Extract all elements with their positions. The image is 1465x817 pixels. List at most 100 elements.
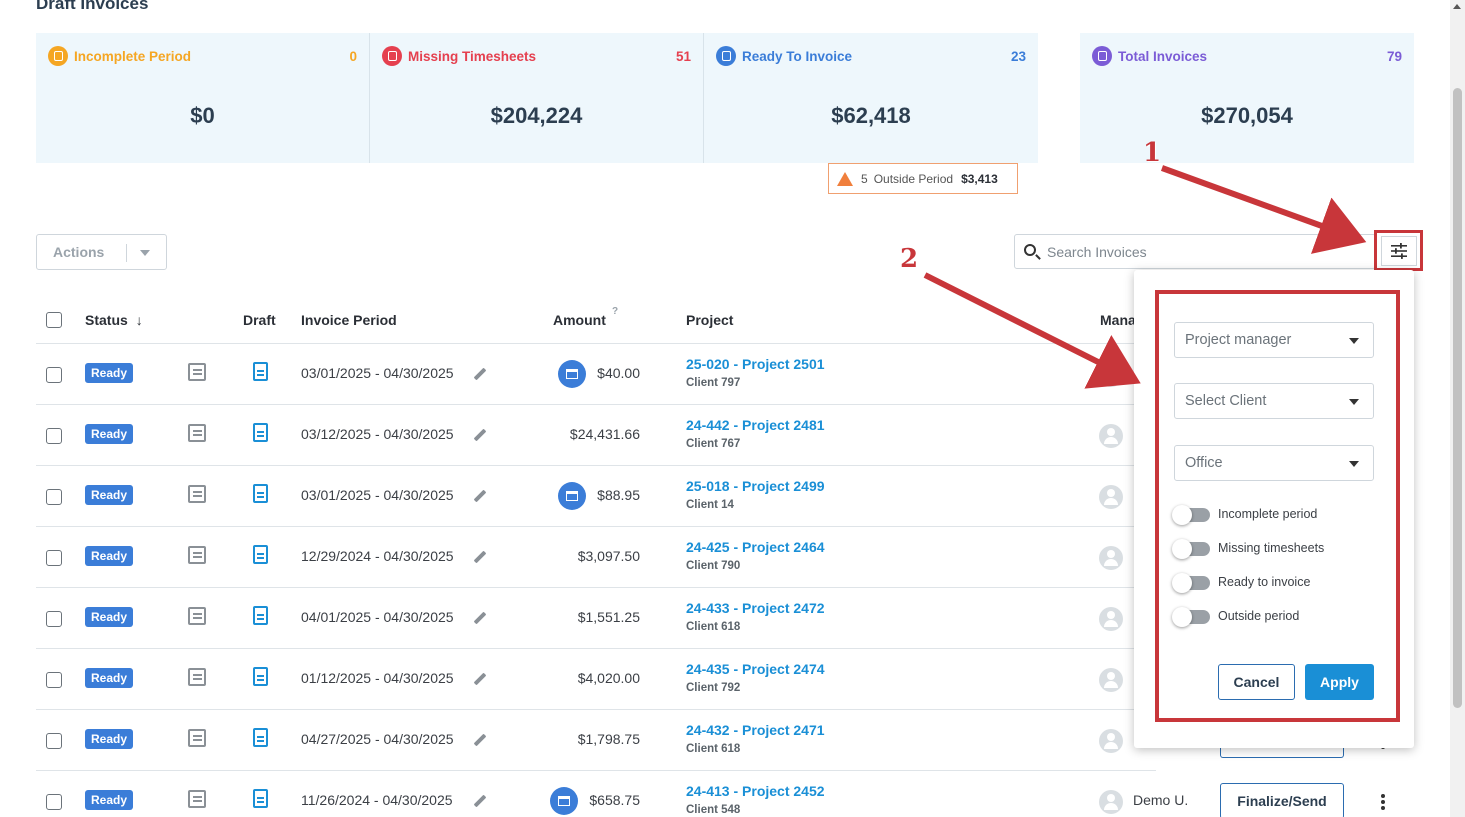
filter-button-highlight[interactable]: [1374, 230, 1423, 271]
client-name: Client 618: [686, 621, 741, 633]
toggle-label: Incomplete period: [1218, 507, 1318, 521]
edit-icon[interactable]: [473, 489, 487, 503]
bank-icon: [558, 360, 586, 388]
project-link[interactable]: 24-433 - Project 2472: [686, 600, 825, 616]
header-project[interactable]: Project: [686, 312, 733, 328]
toggle-ready-to-invoice[interactable]: [1172, 573, 1210, 593]
card-incomplete-period[interactable]: Incomplete Period 0 $0: [36, 33, 369, 163]
toggle-incomplete-period[interactable]: [1172, 505, 1210, 525]
note-icon[interactable]: [188, 485, 206, 503]
select-all-checkbox[interactable]: [46, 312, 62, 328]
edit-icon[interactable]: [473, 428, 487, 442]
header-amount[interactable]: Amount: [553, 312, 606, 328]
project-link[interactable]: 24-435 - Project 2474: [686, 661, 825, 677]
toggle-missing-timesheets[interactable]: [1172, 539, 1210, 559]
avatar: [1099, 729, 1123, 753]
edit-icon[interactable]: [473, 672, 487, 686]
note-icon[interactable]: [188, 546, 206, 564]
scrollbar[interactable]: [1450, 0, 1465, 817]
project-link[interactable]: 24-425 - Project 2464: [686, 539, 825, 555]
bank-icon: [550, 787, 578, 815]
document-icon[interactable]: [253, 362, 268, 381]
toggle-outside-period[interactable]: [1172, 607, 1210, 627]
table-row[interactable]: Ready 04/27/2025 - 04/30/2025 $1,798.75 24-…: [36, 710, 1156, 771]
row-checkbox[interactable]: [46, 367, 62, 383]
table-row[interactable]: Ready 11/26/2024 - 04/30/2025 $658.75 24-41…: [36, 771, 1156, 817]
edit-icon[interactable]: [473, 794, 487, 808]
row-checkbox[interactable]: [46, 550, 62, 566]
note-icon[interactable]: [188, 790, 206, 808]
note-icon[interactable]: [188, 424, 206, 442]
status-badge: Ready: [85, 790, 134, 810]
header-manager[interactable]: Mana: [1100, 312, 1136, 328]
project-link[interactable]: 24-442 - Project 2481: [686, 417, 825, 433]
help-icon[interactable]: ?: [612, 306, 618, 317]
document-icon[interactable]: [253, 789, 268, 808]
edit-icon[interactable]: [473, 367, 487, 381]
table-row[interactable]: Ready 03/12/2025 - 04/30/2025 $24,431.66 24…: [36, 405, 1156, 466]
scrollbar-thumb[interactable]: [1453, 88, 1462, 708]
table-row[interactable]: Ready 03/01/2025 - 04/30/2025 $88.95 25-018…: [36, 466, 1156, 527]
edit-icon[interactable]: [473, 550, 487, 564]
card-amount: $62,418: [831, 103, 911, 128]
more-vertical-icon[interactable]: [1381, 794, 1385, 798]
cancel-button[interactable]: Cancel: [1218, 664, 1295, 700]
amount-value: $40.00: [597, 365, 640, 381]
outside-period-notice[interactable]: 5 Outside Period $3,413: [828, 163, 1018, 194]
project-manager-select[interactable]: Project manager: [1174, 322, 1374, 358]
header-status[interactable]: Status ↓: [85, 312, 143, 328]
card-label: Total Invoices: [1118, 49, 1208, 64]
card-missing-timesheets[interactable]: Missing Timesheets 51 $204,224: [369, 33, 703, 163]
invoice-period: 01/12/2025 - 04/30/2025: [301, 670, 454, 686]
card-count: 0: [349, 49, 357, 64]
search-input[interactable]: [1047, 243, 1347, 260]
table-header: Status ↓ Draft Invoice Period Amount ? P…: [36, 296, 1156, 344]
table-row[interactable]: Ready 03/01/2025 - 04/30/2025 $40.00 25-020…: [36, 344, 1156, 405]
edit-icon[interactable]: [473, 611, 487, 625]
card-ready-to-invoice[interactable]: Ready To Invoice 23 $62,418: [703, 33, 1038, 163]
table-row[interactable]: Ready 04/01/2025 - 04/30/2025 $1,551.25 24-…: [36, 588, 1156, 649]
office-select[interactable]: Office: [1174, 445, 1374, 481]
filter-button[interactable]: [1380, 235, 1417, 266]
status-badge: Ready: [85, 424, 134, 444]
client-placeholder: Select Client: [1185, 393, 1267, 409]
table-row[interactable]: Ready 12/29/2024 - 04/30/2025 $3,097.50 24-…: [36, 527, 1156, 588]
document-icon[interactable]: [253, 545, 268, 564]
row-checkbox[interactable]: [46, 794, 62, 810]
note-icon[interactable]: [188, 363, 206, 381]
project-link[interactable]: 25-018 - Project 2499: [686, 478, 825, 494]
table-row[interactable]: Ready 01/12/2025 - 04/30/2025 $4,020.00 24-…: [36, 649, 1156, 710]
finalize-send-button[interactable]: Finalize/Send: [1220, 783, 1344, 817]
project-link[interactable]: 24-413 - Project 2452: [686, 783, 825, 799]
row-checkbox[interactable]: [46, 489, 62, 505]
document-icon[interactable]: [253, 606, 268, 625]
toggle-label: Missing timesheets: [1218, 541, 1325, 555]
note-icon[interactable]: [188, 668, 206, 686]
note-icon[interactable]: [188, 729, 206, 747]
row-checkbox[interactable]: [46, 428, 62, 444]
invoice-period: 03/01/2025 - 04/30/2025: [301, 487, 454, 503]
avatar: [1099, 790, 1123, 814]
client-name: Client 790: [686, 560, 741, 572]
project-link[interactable]: 25-020 - Project 2501: [686, 356, 825, 372]
header-draft: Draft: [243, 312, 276, 328]
document-icon[interactable]: [253, 423, 268, 442]
header-invoice-period[interactable]: Invoice Period: [301, 312, 397, 328]
document-icon[interactable]: [253, 728, 268, 747]
row-checkbox[interactable]: [46, 611, 62, 627]
actions-dropdown[interactable]: Actions: [36, 234, 167, 270]
document-icon[interactable]: [253, 667, 268, 686]
card-amount: $270,054: [1201, 103, 1293, 128]
edit-icon[interactable]: [473, 733, 487, 747]
row-checkbox[interactable]: [46, 672, 62, 688]
client-select[interactable]: Select Client: [1174, 383, 1374, 419]
card-total-invoices[interactable]: Total Invoices 79 $270,054: [1080, 33, 1414, 163]
search-box[interactable]: [1014, 234, 1376, 269]
header-status-label: Status: [85, 312, 128, 328]
apply-button[interactable]: Apply: [1305, 664, 1374, 700]
document-icon[interactable]: [253, 484, 268, 503]
note-icon[interactable]: [188, 607, 206, 625]
row-checkbox[interactable]: [46, 733, 62, 749]
scroll-up-icon[interactable]: [1453, 4, 1461, 9]
project-link[interactable]: 24-432 - Project 2471: [686, 722, 825, 738]
